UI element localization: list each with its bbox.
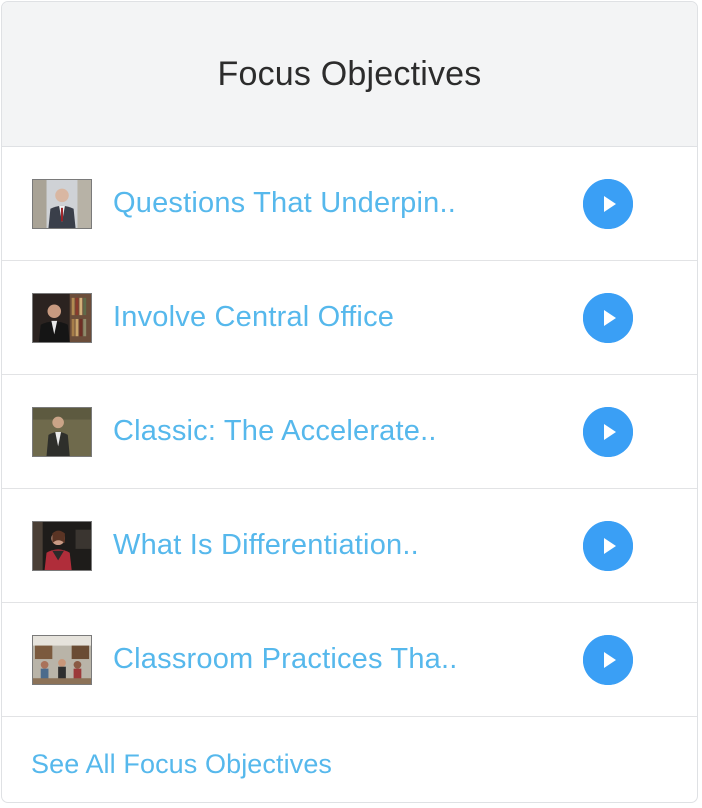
play-icon [583, 634, 633, 685]
play-icon [583, 292, 633, 343]
video-thumbnail[interactable] [32, 520, 92, 571]
objective-link[interactable]: What Is Differentiation.. [113, 529, 419, 562]
play-button[interactable] [583, 634, 633, 685]
video-thumbnail[interactable] [32, 406, 92, 457]
panel-header: Focus Objectives [2, 2, 697, 147]
objective-link[interactable]: Classroom Practices Tha.. [113, 643, 458, 676]
list-item[interactable]: What Is Differentiation.. [2, 489, 697, 603]
list-item[interactable]: Involve Central Office [2, 261, 697, 375]
list-item[interactable]: Questions That Underpin.. [2, 147, 697, 261]
play-button[interactable] [583, 292, 633, 343]
objective-link[interactable]: Questions That Underpin.. [113, 187, 456, 220]
play-button[interactable] [583, 406, 633, 457]
objective-link[interactable]: Classic: The Accelerate.. [113, 415, 437, 448]
play-button[interactable] [583, 520, 633, 571]
video-thumbnail[interactable] [32, 634, 92, 685]
objectives-list: Questions That Underpin.. Involve Centra… [2, 147, 697, 717]
video-thumbnail[interactable] [32, 178, 92, 229]
objective-link[interactable]: Involve Central Office [113, 301, 394, 334]
see-all-link[interactable]: See All Focus Objectives [31, 749, 332, 780]
play-icon [583, 406, 633, 457]
panel-footer: See All Focus Objectives [2, 717, 697, 802]
panel-title: Focus Objectives [217, 54, 482, 93]
list-item[interactable]: Classroom Practices Tha.. [2, 603, 697, 717]
play-button[interactable] [583, 178, 633, 229]
play-icon [583, 520, 633, 571]
focus-objectives-panel: Focus Objectives Questions That Underpin… [1, 1, 698, 803]
video-thumbnail[interactable] [32, 292, 92, 343]
play-icon [583, 178, 633, 229]
list-item[interactable]: Classic: The Accelerate.. [2, 375, 697, 489]
